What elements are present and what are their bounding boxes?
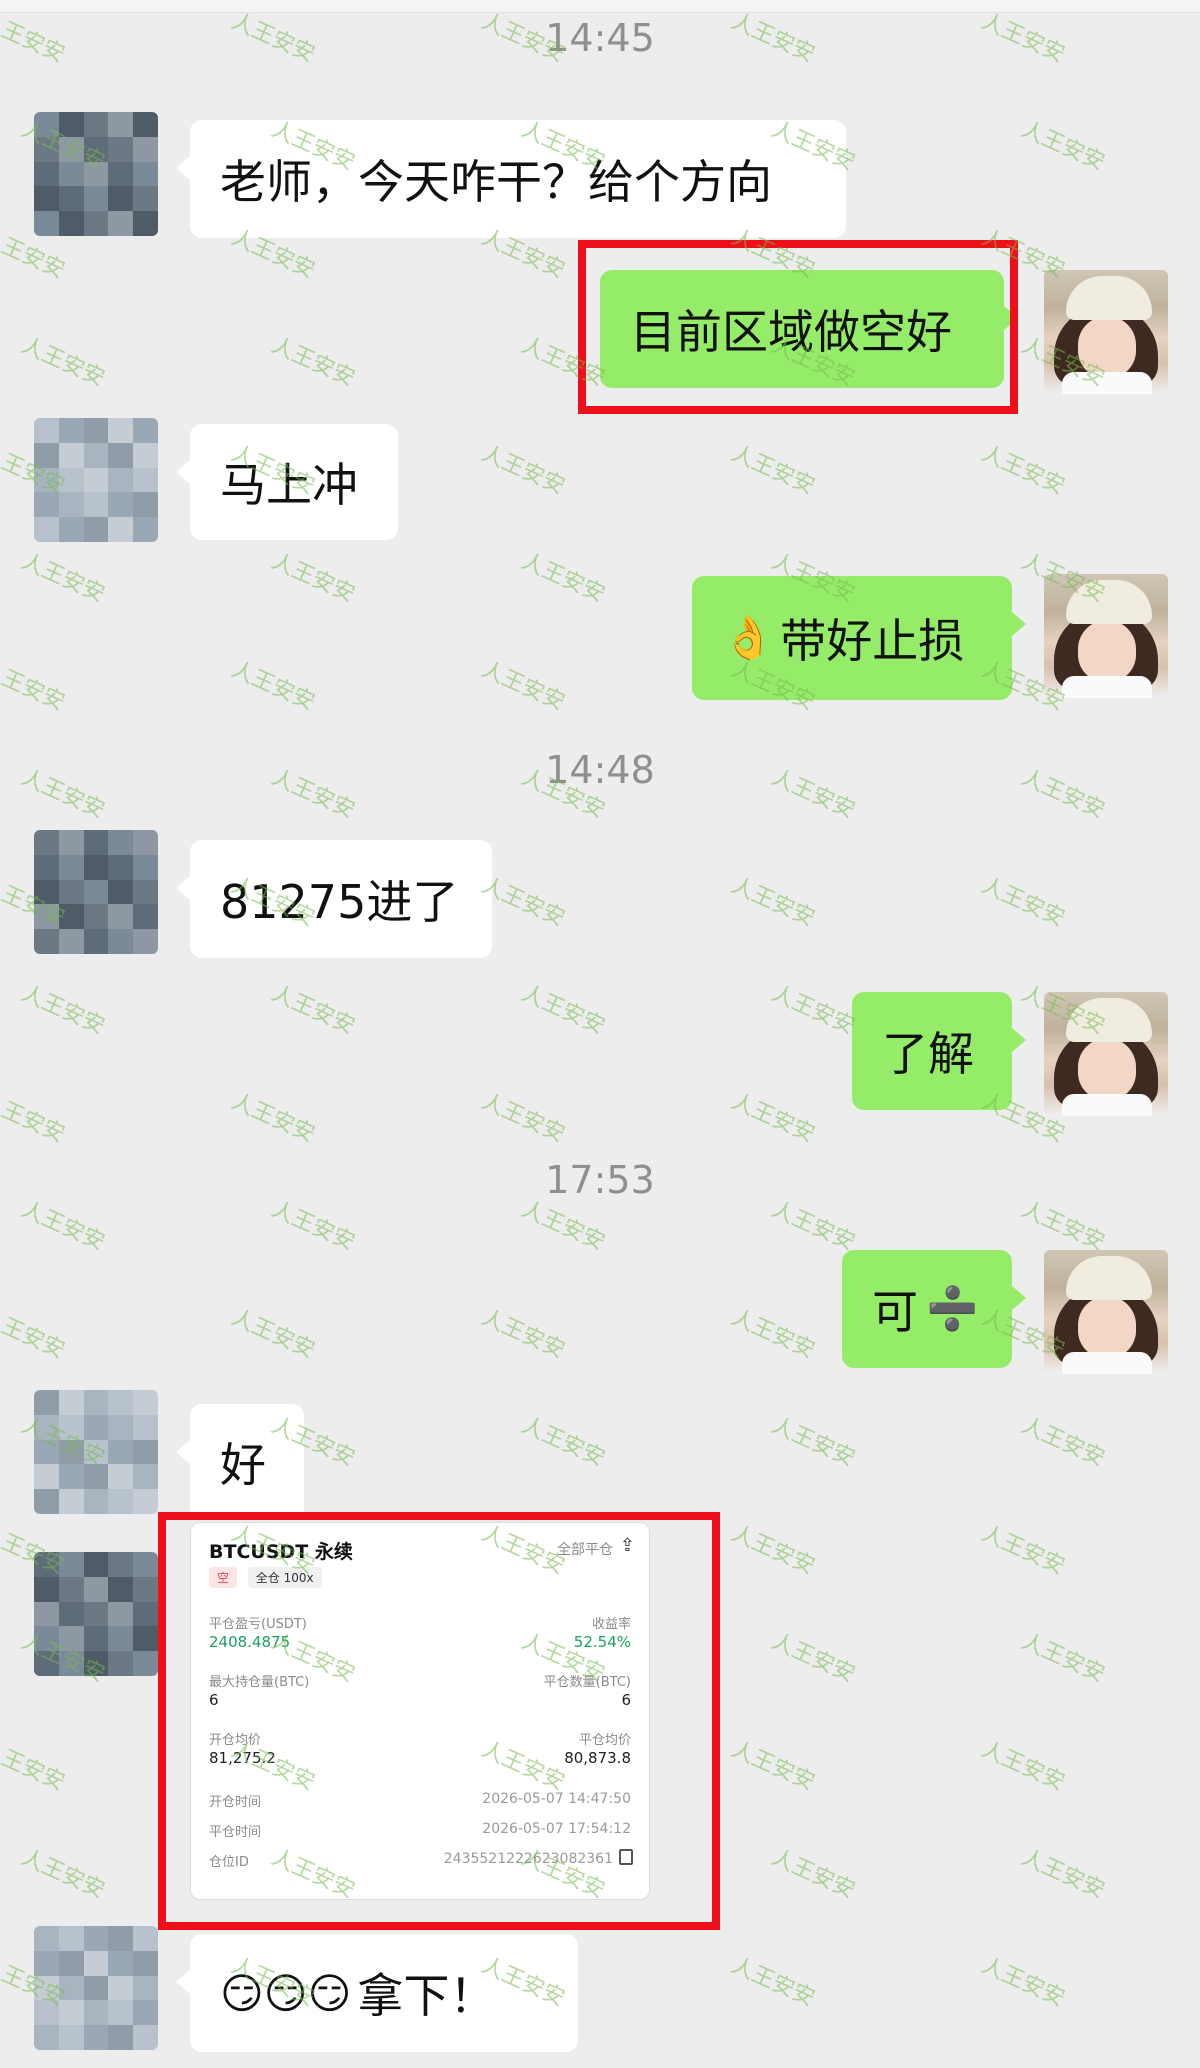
watermark-text: 人王安安 xyxy=(1017,1412,1109,1472)
message-bubble-incoming[interactable]: 马上冲 xyxy=(176,424,398,540)
watermark-text: 人王安安 xyxy=(477,1088,569,1148)
watermark-text: 人王安安 xyxy=(517,980,609,1040)
watermark-text: 人王安安 xyxy=(727,1520,819,1580)
watermark-text: 人王安安 xyxy=(0,1736,69,1796)
watermark-text: 人王安安 xyxy=(727,1736,819,1796)
watermark-text: 人王安安 xyxy=(767,980,859,1040)
watermark-text: 人王安安 xyxy=(1017,116,1109,176)
user-avatar[interactable] xyxy=(1044,574,1168,698)
message-bubble-outgoing[interactable]: 可 ➗ xyxy=(842,1250,1026,1368)
watermark-text: 人王安安 xyxy=(977,1952,1069,2012)
watermark-text: 人王安安 xyxy=(767,1412,859,1472)
contact-avatar[interactable] xyxy=(34,1390,158,1514)
contact-avatar[interactable] xyxy=(34,1552,158,1676)
user-avatar[interactable] xyxy=(1044,1250,1168,1374)
watermark-text: 人王安安 xyxy=(267,980,359,1040)
user-avatar[interactable] xyxy=(1044,992,1168,1116)
contact-avatar[interactable] xyxy=(34,830,158,954)
message-text: 马上冲 xyxy=(220,458,358,512)
message-bubble-incoming[interactable]: 81275进了 xyxy=(176,840,492,958)
highlight-box xyxy=(158,1512,720,1930)
watermark-text: 人王安安 xyxy=(517,1412,609,1472)
user-avatar[interactable] xyxy=(1044,270,1168,394)
contact-avatar[interactable] xyxy=(34,1926,158,2050)
message-text: 带好止损 xyxy=(780,614,965,668)
watermark-text: 人王安安 xyxy=(17,1844,109,1904)
watermark-text: 人王安安 xyxy=(977,440,1069,500)
watermark-text: 人王安安 xyxy=(227,656,319,716)
watermark-text: 人王安安 xyxy=(727,1952,819,2012)
top-bar xyxy=(0,0,1200,13)
watermark-text: 人王安安 xyxy=(17,332,109,392)
message-bubble-incoming[interactable]: 老师，今天咋干？给个方向 xyxy=(176,120,846,238)
watermark-text: 人王安安 xyxy=(767,1628,859,1688)
watermark-text: 人王安安 xyxy=(477,440,569,500)
watermark-text: 人王安安 xyxy=(17,548,109,608)
watermark-text: 人王安安 xyxy=(227,1304,319,1364)
ok-hand-icon: 👌 xyxy=(722,613,775,662)
timestamp: 17:53 xyxy=(545,1158,655,1202)
watermark-text: 人王安安 xyxy=(17,980,109,1040)
watermark-text: 人王安安 xyxy=(727,872,819,932)
watermark-text: 人王安安 xyxy=(767,1844,859,1904)
watermark-text: 人王安安 xyxy=(977,1736,1069,1796)
watermark-text: 人王安安 xyxy=(1017,1844,1109,1904)
message-bubble-incoming[interactable]: 😏😏😏 拿下！ xyxy=(176,1934,578,2052)
watermark-text: 人王安安 xyxy=(267,332,359,392)
watermark-text: 人王安安 xyxy=(977,872,1069,932)
watermark-text: 人王安安 xyxy=(0,656,69,716)
watermark-text: 人王安安 xyxy=(517,548,609,608)
message-bubble-outgoing[interactable]: 了解 xyxy=(852,992,1026,1110)
watermark-text: 人王安安 xyxy=(477,1304,569,1364)
highlight-box xyxy=(578,240,1018,414)
watermark-text: 人王安安 xyxy=(727,1088,819,1148)
watermark-text: 人王安安 xyxy=(0,1304,69,1364)
message-text: 拿下！ xyxy=(357,1969,496,2023)
contact-avatar[interactable] xyxy=(34,112,158,236)
watermark-text: 人王安安 xyxy=(477,656,569,716)
smirk-face-icons: 😏😏😏 xyxy=(220,1968,352,2018)
timestamp: 14:48 xyxy=(545,748,655,792)
watermark-text: 人王安安 xyxy=(727,440,819,500)
message-text: 老师，今天咋干？给个方向 xyxy=(220,155,772,209)
divide-icon: ➗ xyxy=(926,1284,979,1333)
watermark-text: 人王安安 xyxy=(977,1520,1069,1580)
timestamp: 14:45 xyxy=(545,16,655,60)
message-text: 了解 xyxy=(882,1027,974,1081)
watermark-text: 人王安安 xyxy=(267,548,359,608)
contact-avatar[interactable] xyxy=(34,418,158,542)
message-text: 可 xyxy=(872,1285,918,1339)
message-bubble-outgoing[interactable]: 👌 带好止损 xyxy=(692,576,1026,700)
watermark-text: 人王安安 xyxy=(727,1304,819,1364)
message-bubble-incoming[interactable]: 好 xyxy=(176,1404,304,1520)
watermark-text: 人王安安 xyxy=(0,1088,69,1148)
message-text: 81275进了 xyxy=(220,875,459,929)
watermark-text: 人王安安 xyxy=(227,1088,319,1148)
message-text: 好 xyxy=(220,1438,266,1492)
watermark-text: 人王安安 xyxy=(1017,1628,1109,1688)
